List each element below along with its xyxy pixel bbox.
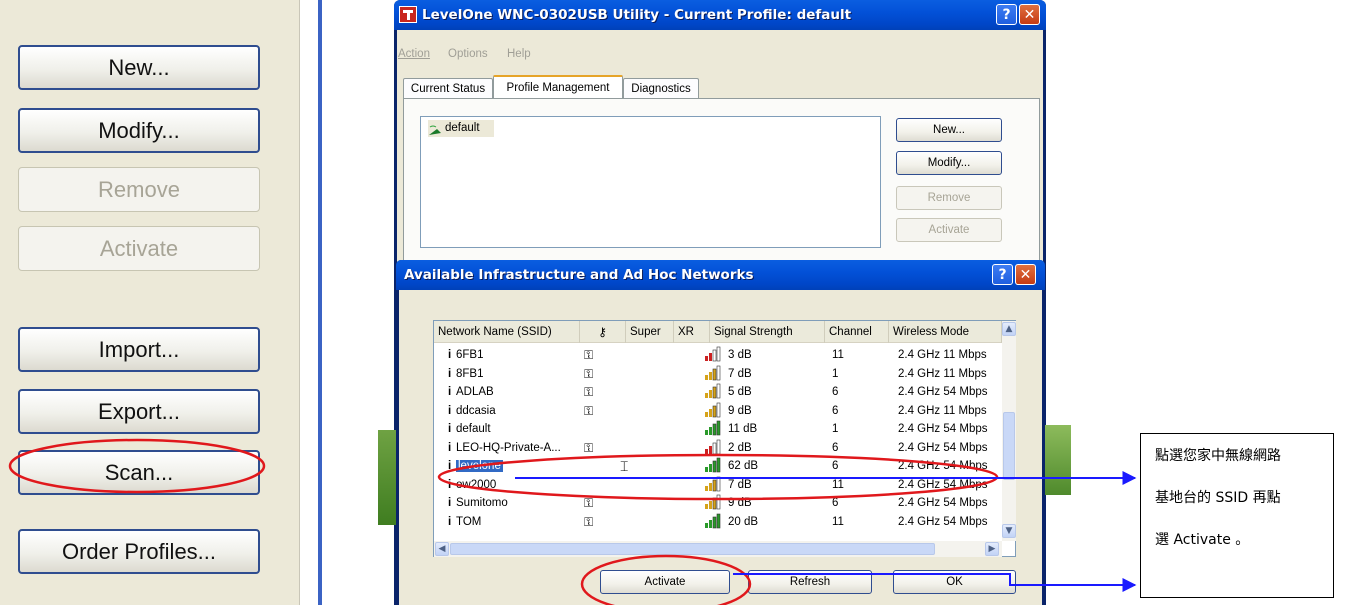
activate-highlight-ring xyxy=(580,554,752,605)
instruction-line-3: 選 Activate 。 xyxy=(1155,532,1250,548)
tab-profile-management[interactable]: Profile Management xyxy=(493,75,623,98)
instruction-callout: 點選您家中無線網路 基地台的 SSID 再點 選 Activate 。 xyxy=(1140,433,1334,598)
activate-callout-arrow xyxy=(733,573,1137,592)
instruction-line-1: 點選您家中無線網路 xyxy=(1155,448,1281,464)
scan-highlight-ring xyxy=(8,438,266,494)
instruction-line-2: 基地台的 SSID 再點 xyxy=(1155,490,1281,506)
